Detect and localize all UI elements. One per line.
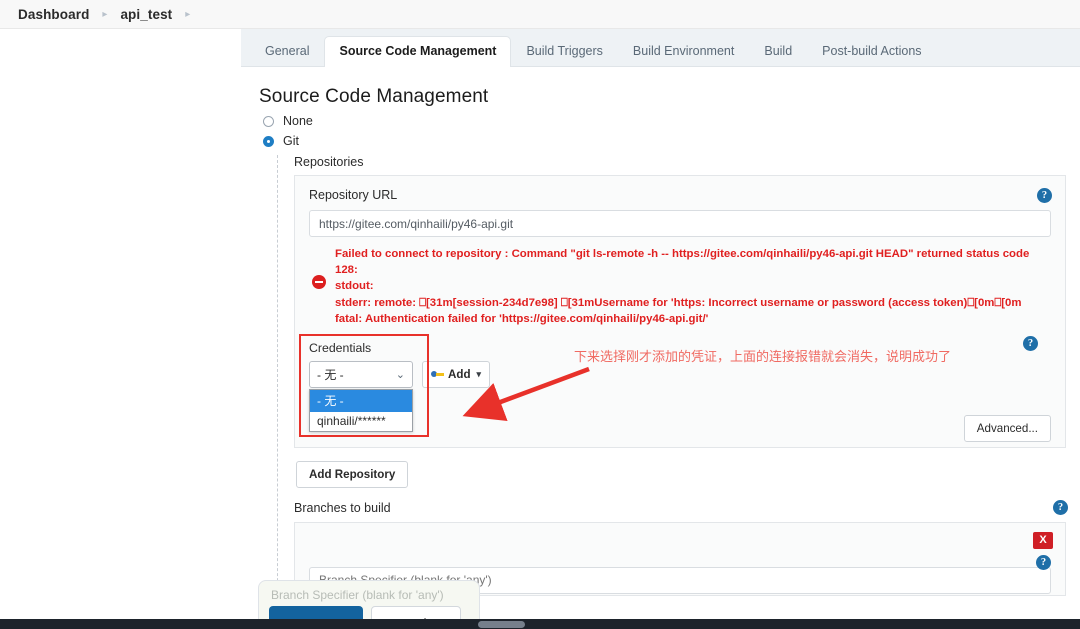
breadcrumb-item-api-test[interactable]: api_test [120,7,172,22]
tab-build-environment[interactable]: Build Environment [618,36,749,67]
radio-none-icon[interactable] [263,115,274,127]
key-icon [431,370,444,378]
page-title: Source Code Management [259,86,489,107]
repository-url-input[interactable] [309,210,1051,237]
repository-url-label: Repository URL [309,188,398,202]
scm-option-git-label: Git [283,134,299,148]
config-panel: General Source Code Management Build Tri… [241,29,1080,629]
help-icon-credentials[interactable]: ? [1023,335,1038,351]
repository-box: ? Repository URL Failed to connect to re… [294,175,1066,448]
save-bar-hint-text: Branch Specifier (blank for 'any') [271,588,444,602]
credentials-dropdown-list[interactable]: - 无 - qinhaili/****** [309,388,413,432]
annotation-text: 下来选择刚才添加的凭证，上面的连接报错就会消失，说明成功了 [574,349,952,365]
repositories-group-label: Repositories [294,155,364,169]
tab-build[interactable]: Build [749,36,807,67]
footer-bar [0,619,1080,629]
error-icon [312,275,326,289]
config-panel-body: Source Code Management None Git ? ? Repo… [241,86,1080,629]
horizontal-scrollbar[interactable] [478,621,525,628]
credentials-group: ? Credentials - 无 - ⌄ - 无 - qinhaili/***… [299,333,1051,442]
help-icon-branch-specifier[interactable]: ? [1036,554,1051,570]
add-repository-button[interactable]: Add Repository [296,460,409,488]
radio-git-icon[interactable] [263,135,274,147]
connection-error-message: Failed to connect to repository : Comman… [309,246,1051,327]
branches-group-label: Branches to build [294,500,391,515]
scm-option-none-label: None [283,114,313,128]
tab-general[interactable]: General [250,36,324,67]
config-tab-bar: General Source Code Management Build Tri… [241,29,1080,67]
credentials-row: - 无 - ⌄ - 无 - qinhaili/****** Add ▾ [309,360,1051,432]
breadcrumb-separator-icon-2: ▸ [185,8,191,20]
credentials-option-qinhaili[interactable]: qinhaili/****** [310,412,412,431]
credentials-select-value: - 无 - [317,367,344,382]
help-icon-branches[interactable]: ? [1053,499,1068,515]
breadcrumb: Dashboard ▸ api_test ▸ [0,0,1080,29]
tab-post-build-actions[interactable]: Post-build Actions [807,36,936,67]
annotation-arrow-icon [462,366,590,421]
breadcrumb-item-dashboard[interactable]: Dashboard [18,7,89,22]
help-icon-repository-url[interactable]: ? [1037,188,1052,203]
scm-option-git[interactable]: Git [263,134,1066,148]
error-line-4: fatal: Authentication failed for 'https:… [335,312,709,325]
chevron-down-icon: ⌄ [395,368,405,381]
jenkins-job-config-page: Dashboard ▸ api_test ▸ General Source Co… [0,0,1080,629]
error-line-1: Failed to connect to repository : Comman… [335,248,1033,277]
tab-build-triggers[interactable]: Build Triggers [511,36,617,67]
breadcrumb-separator-icon: ▸ [102,8,108,20]
left-empty-rail [0,29,241,629]
tab-source-code-management[interactable]: Source Code Management [324,35,512,67]
git-settings-group: Repositories ? Repository URL Failed to … [277,155,1068,596]
credentials-select[interactable]: - 无 - ⌄ [309,360,413,388]
delete-branch-button[interactable]: X [1033,531,1053,549]
credentials-select-stack: - 无 - ⌄ - 无 - qinhaili/****** [309,360,413,432]
credentials-option-none[interactable]: - 无 - [310,389,412,412]
error-line-2: stdout: [335,280,374,293]
error-line-3: stderr: remote: ⎕[31m[session-234d7e98] … [335,296,1022,309]
advanced-button[interactable]: Advanced... [963,414,1051,442]
scm-option-none[interactable]: None [263,114,1066,128]
